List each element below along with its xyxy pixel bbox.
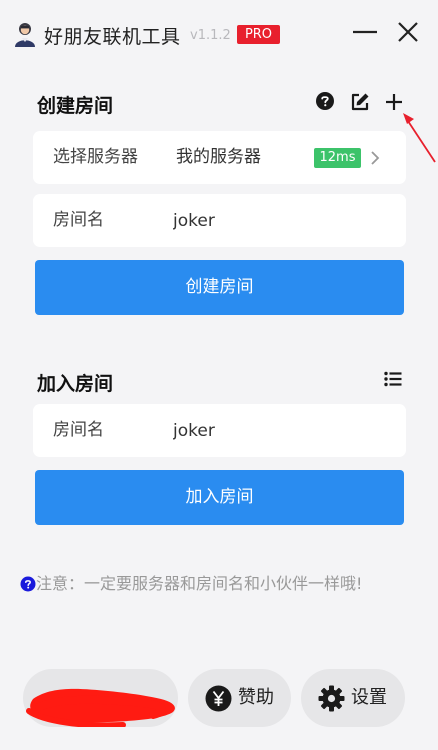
list-icon <box>384 371 402 387</box>
yen-coin-icon <box>205 685 232 712</box>
sponsor-button[interactable]: 赞助 <box>188 669 291 727</box>
question-circle-icon <box>316 92 334 110</box>
sponsor-label: 赞助 <box>238 687 274 708</box>
close-button[interactable] <box>393 18 423 48</box>
app-avatar-icon <box>15 23 35 47</box>
question-circle-icon <box>20 576 36 592</box>
join-room-button[interactable]: 加入房间 <box>35 470 404 525</box>
gear-icon <box>318 685 345 712</box>
join-room-name-label: 房间名 <box>53 420 104 440</box>
ping-badge: 12ms <box>314 148 361 168</box>
settings-label: 设置 <box>351 687 387 708</box>
server-select-row[interactable]: 选择服务器 我的服务器 12ms <box>33 131 406 184</box>
settings-button[interactable]: 设置 <box>301 669 405 727</box>
create-room-title: 创建房间 <box>37 95 114 117</box>
pro-badge: PRO <box>237 25 280 44</box>
minimize-button[interactable] <box>350 18 380 48</box>
create-room-name-label: 房间名 <box>53 210 104 230</box>
create-room-name-row: 房间名 <box>33 194 406 247</box>
title-bar: 好朋友联机工具 v1.1.2 PRO <box>0 0 438 66</box>
edit-icon <box>351 93 369 111</box>
notice-text: 注意：一定要服务器和房间名和小伙伴一样哦! <box>36 574 363 593</box>
close-icon <box>398 22 418 42</box>
create-room-name-input[interactable] <box>173 204 383 237</box>
app-version: v1.1.2 <box>190 28 231 43</box>
app-title: 好朋友联机工具 <box>44 26 181 48</box>
join-room-title: 加入房间 <box>37 373 114 395</box>
edit-button[interactable] <box>349 91 371 113</box>
help-button[interactable] <box>315 91 337 113</box>
join-room-name-row: 房间名 <box>33 404 406 457</box>
server-select-value: 我的服务器 <box>176 147 261 167</box>
room-list-button[interactable] <box>383 369 405 391</box>
join-room-name-input[interactable] <box>173 414 383 447</box>
account-pill[interactable] <box>23 669 178 727</box>
minimize-icon <box>353 30 377 34</box>
server-select-label: 选择服务器 <box>53 147 138 167</box>
redacted-scribble-icon <box>26 688 175 727</box>
chevron-right-icon <box>371 151 380 165</box>
create-room-button[interactable]: 创建房间 <box>35 260 404 315</box>
